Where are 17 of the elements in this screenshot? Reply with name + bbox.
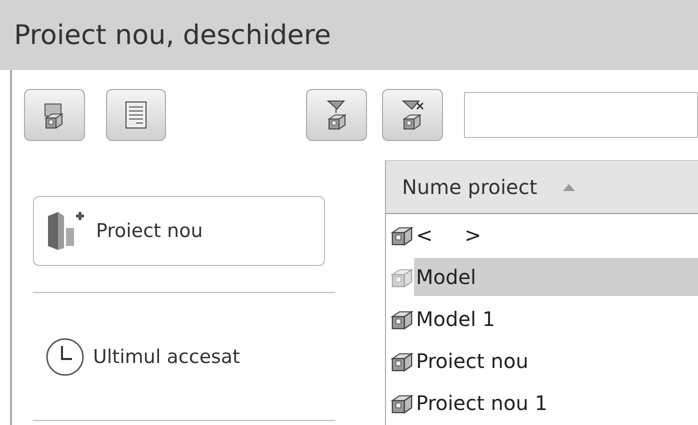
list-icon: [124, 100, 148, 130]
clear-filter-button[interactable]: [382, 89, 442, 141]
project-row[interactable]: Model 1: [414, 300, 698, 338]
window-title: Proiect nou, deschidere: [0, 0, 698, 70]
project-row[interactable]: < >: [414, 216, 698, 254]
toolbar-button[interactable]: [106, 89, 166, 141]
search-field[interactable]: [464, 92, 698, 138]
building-plus-icon: [46, 210, 86, 252]
clock-icon: [45, 336, 85, 376]
column-header[interactable]: Nume proiect: [386, 161, 698, 214]
new-project-button[interactable]: Proiect nou: [33, 196, 325, 266]
toolbar-button[interactable]: [24, 89, 85, 141]
project-row[interactable]: Proiect nou 1: [414, 384, 698, 422]
project-row[interactable]: Model: [414, 258, 698, 296]
filter-button[interactable]: [306, 89, 367, 141]
project-row[interactable]: Proiect nou: [414, 342, 698, 380]
recent-label[interactable]: Ultimul accesat: [93, 346, 240, 368]
